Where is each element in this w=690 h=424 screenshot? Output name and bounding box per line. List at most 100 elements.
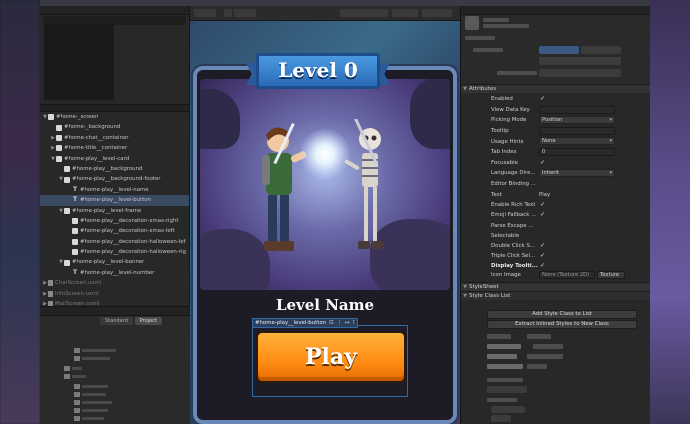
text-property-checkbox[interactable] (539, 232, 546, 239)
attribute-label: Picking Mode (491, 117, 527, 124)
toolbar-button[interactable] (224, 9, 232, 17)
project-item[interactable] (40, 415, 190, 423)
viewport-panel: Level Name Level 0 #home-play__level-but… (190, 6, 460, 424)
toolbar-dropdown[interactable] (392, 9, 418, 17)
data-source-path-field[interactable] (539, 69, 621, 77)
hierarchy-row[interactable]: ▶ MailScreen.uxml (40, 299, 189, 306)
dots-icon[interactable]: ⋮ (337, 320, 342, 326)
project-item[interactable] (40, 383, 190, 391)
stylesheet-header-label: StyleSheet (469, 284, 499, 290)
hierarchy-row-label: #home-chat__container (64, 134, 129, 141)
attribute-label: Usage Hints (491, 138, 524, 145)
style-class-row[interactable] (487, 352, 637, 361)
level-number-label: Level 0 (278, 58, 358, 82)
tab-project[interactable]: Project (134, 317, 162, 325)
text-property-checkbox[interactable]: ✓ (539, 201, 546, 208)
hierarchy-row[interactable]: ▼ #home-_screen (40, 112, 189, 122)
arrow-icon[interactable]: ↦ (345, 320, 350, 326)
scene-background: Level Name Level 0 #home-play__level-but… (190, 21, 460, 424)
hierarchy-row[interactable]: ▶ #home-title__container (40, 143, 189, 153)
text-property-checkbox[interactable]: ✓ (539, 252, 546, 259)
hierarchy-tab[interactable] (40, 6, 189, 15)
project-item[interactable] (40, 347, 190, 355)
icon-image-type-dropdown[interactable]: Texture (597, 271, 625, 279)
project-item[interactable] (40, 391, 190, 399)
class-name-chip (487, 364, 523, 369)
class-name-chip (527, 354, 563, 359)
icon-image-field[interactable]: None (Texture 2D) (539, 271, 595, 279)
frame-icon[interactable]: ⊡ (329, 320, 334, 326)
style-class-row[interactable] (487, 362, 637, 371)
text-property-checkbox[interactable] (539, 221, 546, 228)
add-style-class-button[interactable]: Add Style Class to List (487, 310, 637, 319)
data-source-toggle-right[interactable] (581, 46, 621, 54)
text-property-checkbox[interactable]: ✓ (539, 242, 546, 249)
hierarchy-row[interactable]: ▶ InfoScreen.uxml (40, 289, 189, 299)
attribute-label: View Data Key (491, 106, 530, 113)
toolbar-dropdown[interactable] (194, 9, 216, 17)
attribute-field[interactable] (539, 126, 615, 135)
element-name-text (483, 24, 529, 28)
attributes-header-label: Attributes (469, 86, 497, 92)
inspector-tab[interactable] (461, 6, 650, 15)
hierarchy-row[interactable]: #home-play__background (40, 164, 189, 174)
selection-tag[interactable]: #home-play__level-button ⊡ ⋮ ↦ ⊺ (252, 318, 359, 328)
hierarchy-row[interactable]: #home-play__decoration-halloween-lef (40, 237, 189, 247)
text-property-row: Enable Rich Text ✓ (461, 200, 650, 211)
attributes-section-header[interactable]: ▼ Attributes (461, 84, 650, 93)
hierarchy-row[interactable]: T #home-play__level-name (40, 185, 189, 195)
matching-selector-item[interactable] (487, 386, 527, 393)
hierarchy-row[interactable]: ▶ #home-chat__container (40, 133, 189, 143)
hierarchy-row[interactable]: #home-play__decoration-xmas-right (40, 216, 189, 226)
matching-selectors-label (487, 378, 523, 382)
style-property-item[interactable] (491, 406, 525, 413)
attribute-field[interactable]: 0 (539, 148, 615, 156)
hierarchy-row[interactable]: ▼ #home-play__level-frame (40, 206, 189, 216)
level-card-artwork (200, 79, 450, 290)
text-property-checkbox[interactable]: ✓ (539, 262, 546, 269)
project-item[interactable] (40, 399, 190, 407)
data-source-field[interactable] (539, 57, 621, 65)
hierarchy-row[interactable]: ▼ #home-play__level-card (40, 154, 189, 164)
project-tab[interactable] (40, 307, 190, 316)
project-item[interactable] (40, 365, 190, 373)
stylesheet-section-header[interactable]: ▼ StyleSheet (461, 282, 650, 291)
play-button[interactable]: Play (256, 331, 406, 383)
hierarchy-row-label: #home-play__level-frame (72, 207, 142, 214)
hierarchy-row[interactable]: ▼ #home-play__level-banner (40, 257, 189, 267)
extract-inlined-styles-button[interactable]: Extract Inlined Styles to New Class (487, 320, 637, 329)
hierarchy-row[interactable]: #home-play__decoration-xmas-left (40, 226, 189, 236)
toolbar-button[interactable] (422, 9, 452, 17)
attribute-dropdown[interactable]: None ▾ (539, 137, 615, 146)
text-value[interactable]: Play (539, 192, 550, 198)
hierarchy-row-label: InfoScreen.uxml (55, 290, 99, 297)
toolbar-dropdown[interactable] (340, 9, 388, 17)
hierarchy-row[interactable]: T #home-play__level-button (40, 195, 189, 206)
visual-element-icon (56, 134, 62, 141)
project-item[interactable] (40, 355, 190, 363)
attribute-row: Language Dire... Inherit ▾ (461, 168, 650, 179)
attribute-field[interactable] (539, 105, 615, 114)
attribute-dropdown[interactable]: Inherit ▾ (539, 169, 615, 178)
hierarchy-row[interactable]: ▼ #home-play__background-footer (40, 174, 189, 184)
hierarchy-row[interactable]: ▶ CharScreen.uxml (40, 278, 189, 288)
tab-standard[interactable]: Standard (100, 317, 133, 325)
pin-icon[interactable]: ⊺ (353, 320, 356, 326)
hierarchy-row[interactable]: #home-play__decoration-halloween-rig (40, 247, 189, 257)
project-item[interactable] (40, 407, 190, 415)
attribute-checkbox[interactable]: ✓ (539, 95, 546, 102)
attribute-checkbox[interactable]: ✓ (539, 159, 546, 166)
data-source-toggle-left[interactable] (539, 46, 579, 54)
attribute-dropdown[interactable]: Position ▾ (539, 116, 615, 125)
project-item[interactable] (40, 373, 190, 381)
text-property-row: Double Click S... ✓ (461, 241, 650, 252)
text-property-checkbox[interactable]: ✓ (539, 211, 546, 218)
style-class-row[interactable] (487, 342, 637, 351)
hierarchy-row[interactable]: #home-_background (40, 122, 189, 132)
hierarchy-row[interactable]: T #home-play__level-number (40, 268, 189, 278)
style-property-item[interactable] (491, 415, 511, 422)
style-class-row[interactable] (487, 332, 637, 341)
style-class-list-header[interactable]: ▼ Style Class List (461, 291, 650, 300)
toolbar-button[interactable] (234, 9, 256, 17)
